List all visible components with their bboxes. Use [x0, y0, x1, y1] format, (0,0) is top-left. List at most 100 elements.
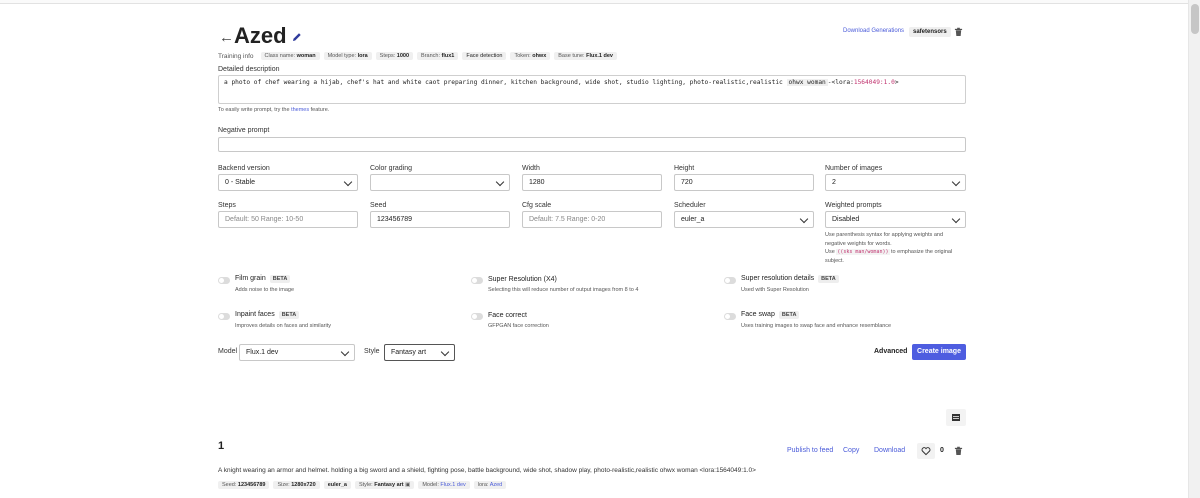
- model-select[interactable]: Flux.1 dev: [239, 344, 355, 361]
- download-generations-link[interactable]: Download Generations: [843, 28, 904, 34]
- chip-face-detection: Face detection: [462, 52, 507, 60]
- face-swap-option: Face swap BETA: [741, 311, 800, 319]
- super-resolution-details-desc: Used with Super Resolution: [741, 287, 809, 293]
- hint-after: feature.: [309, 107, 330, 113]
- style-select[interactable]: Fantasy art: [384, 344, 455, 361]
- backend-version-value: 0 - Stable: [225, 179, 255, 186]
- grid-view-button[interactable]: [946, 409, 966, 426]
- scrollbar[interactable]: [1188, 0, 1200, 498]
- publish-to-feed-link[interactable]: Publish to feed: [787, 447, 833, 454]
- copy-link[interactable]: Copy: [843, 447, 859, 454]
- edit-pencil-icon[interactable]: [291, 31, 303, 43]
- inpaint-faces-toggle[interactable]: [218, 313, 230, 320]
- meta-model: Model: Flux.1 dev: [418, 481, 470, 489]
- safetensors-button[interactable]: safetensors: [909, 27, 951, 37]
- style-value: Fantasy art: [391, 349, 427, 356]
- film-grain-toggle[interactable]: [218, 277, 230, 284]
- super-resolution-details-toggle[interactable]: [724, 277, 736, 284]
- meta-seed: Seed: 123456789: [218, 481, 270, 489]
- generation-prompt: A knight wearing an armor and helmet. ho…: [218, 467, 756, 474]
- cfg-scale-input[interactable]: Default: 7.5 Range: 0-20: [522, 211, 662, 228]
- face-swap-toggle[interactable]: [724, 313, 736, 320]
- chevron-down-icon: [440, 347, 450, 357]
- chevron-down-icon: [951, 214, 961, 224]
- negative-prompt-input[interactable]: [218, 137, 966, 152]
- info-icon[interactable]: ▣: [405, 482, 410, 488]
- hint-before: To easily write prompt, try the: [218, 107, 292, 113]
- chevron-down-icon: [495, 177, 505, 187]
- chip-branch: Branch: flux1: [417, 52, 459, 60]
- model-value: Flux.1 dev: [246, 349, 279, 356]
- weighted-prompts-help: Use parenthesis syntax for applying weig…: [825, 231, 963, 265]
- like-count: 0: [940, 447, 944, 454]
- meta-scheduler: euler_a: [323, 481, 351, 489]
- advanced-button[interactable]: Advanced: [874, 348, 907, 355]
- page-title: Azed: [234, 23, 287, 48]
- face-swap-label: Face swap: [741, 311, 775, 318]
- weighted-prompts-value: Disabled: [832, 216, 860, 223]
- inpaint-faces-label: Inpaint faces: [235, 311, 275, 318]
- number-of-images-select[interactable]: 2: [825, 174, 966, 191]
- face-correct-toggle[interactable]: [471, 313, 483, 320]
- color-grading-label: Color grading: [370, 165, 413, 172]
- lora-suffix: >: [894, 79, 899, 86]
- steps-input[interactable]: Default: 50 Range: 10-50: [218, 211, 358, 228]
- film-grain-option: Film grain BETA: [235, 275, 291, 283]
- weighted-help-code: ((sks man/woman)): [836, 249, 890, 255]
- beta-badge: BETA: [818, 275, 839, 283]
- prompt-textarea[interactable]: a photo of chef wearing a hijab, chef's …: [218, 75, 966, 104]
- weighted-help-line2: Use ((sks man/woman)) to emphasize the o…: [825, 249, 953, 264]
- back-arrow-icon[interactable]: ←: [219, 29, 234, 46]
- chevron-down-icon: [799, 214, 809, 224]
- height-input[interactable]: 720: [674, 174, 814, 191]
- style-label: Style: [364, 348, 380, 355]
- download-link[interactable]: Download: [874, 447, 905, 454]
- prompt-text: a photo of chef wearing a hijab, chef's …: [224, 79, 787, 86]
- film-grain-desc: Adds noise to the image: [235, 287, 295, 293]
- seed-input[interactable]: 123456789: [370, 211, 510, 228]
- like-button[interactable]: [917, 443, 935, 459]
- width-input[interactable]: 1280: [522, 174, 662, 191]
- description-label: Detailed description: [218, 66, 280, 73]
- weighted-prompts-select[interactable]: Disabled: [825, 211, 966, 228]
- model-label: Model: [218, 348, 238, 355]
- height-label: Height: [674, 165, 695, 172]
- cfg-scale-label: Cfg scale: [522, 202, 552, 209]
- training-info-label: Training info: [218, 52, 254, 60]
- trash-icon[interactable]: [954, 27, 963, 37]
- super-resolution-details-option: Super resolution details BETA: [741, 275, 839, 283]
- trash-icon[interactable]: [954, 446, 963, 456]
- heart-icon: [921, 447, 931, 456]
- number-of-images-value: 2: [832, 179, 836, 186]
- super-resolution-details-label: Super resolution details: [741, 275, 815, 282]
- color-grading-select[interactable]: [370, 174, 510, 191]
- chip-base-tune: Base tune: Flux.1 dev: [554, 52, 617, 60]
- super-resolution-toggle[interactable]: [471, 277, 483, 284]
- scrollbar-thumb[interactable]: [1191, 4, 1199, 34]
- meta-style: Style: Fantasy art ▣: [354, 481, 415, 489]
- training-info-row: Training info Class name: woman Model ty…: [218, 52, 617, 60]
- chevron-down-icon: [340, 347, 350, 357]
- chip-token: Token: ohwx: [510, 52, 551, 60]
- lora-prefix: -<lora:: [827, 79, 854, 86]
- chevron-down-icon: [343, 177, 353, 187]
- beta-badge: BETA: [778, 311, 800, 319]
- token-tag: ohwx woman: [786, 79, 828, 86]
- scheduler-select[interactable]: euler_a: [674, 211, 814, 228]
- super-resolution-label: Super Resolution (X4): [488, 276, 557, 283]
- inpaint-faces-option: Inpaint faces BETA: [235, 311, 300, 319]
- scheduler-label: Scheduler: [674, 202, 706, 209]
- width-label: Width: [522, 165, 540, 172]
- top-bar: [0, 0, 1188, 4]
- face-correct-desc: GFPGAN face correction: [488, 323, 549, 329]
- create-image-button[interactable]: Create image: [912, 344, 966, 360]
- inpaint-faces-desc: Improves details on faces and similarity: [235, 323, 331, 329]
- backend-version-select[interactable]: 0 - Stable: [218, 174, 358, 191]
- generation-meta-row: Seed: 123456789 Size: 1280x720 euler_a S…: [218, 481, 507, 489]
- steps-label: Steps: [218, 202, 236, 209]
- number-of-images-label: Number of images: [825, 165, 883, 172]
- negative-prompt-label: Negative prompt: [218, 127, 270, 134]
- themes-link[interactable]: themes: [291, 107, 309, 113]
- weighted-help-line1: Use parenthesis syntax for applying weig…: [825, 232, 944, 247]
- chevron-down-icon: [951, 177, 961, 187]
